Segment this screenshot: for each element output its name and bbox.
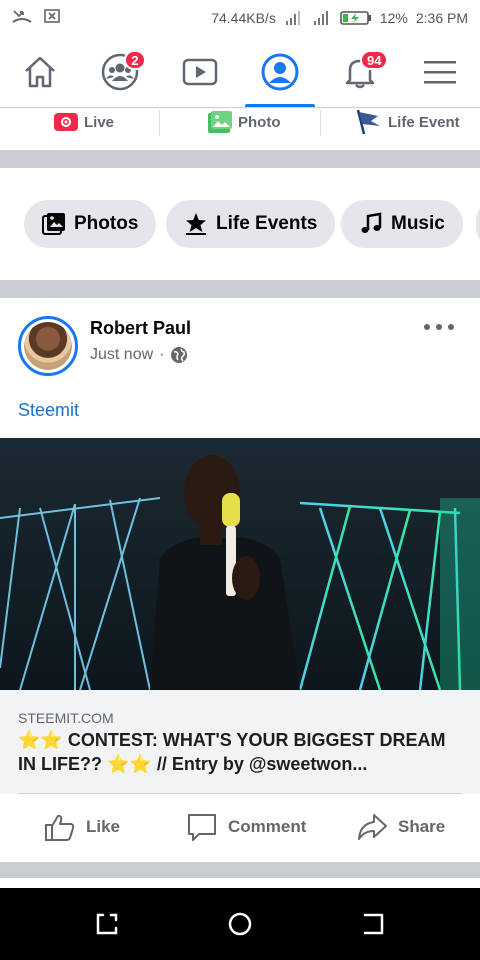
status-bar: 74.44KB/s 12% 2:36 PM bbox=[0, 0, 480, 36]
profile-icon bbox=[261, 53, 299, 91]
actions-divider bbox=[18, 793, 462, 794]
music-note-icon bbox=[361, 212, 382, 233]
nav-friends[interactable]: 2 bbox=[80, 36, 160, 108]
next-post-edge bbox=[0, 878, 480, 888]
globe-icon bbox=[171, 347, 188, 363]
comment-icon bbox=[188, 814, 216, 841]
like-label: Like bbox=[86, 817, 121, 836]
nav-home[interactable] bbox=[0, 36, 80, 108]
link-title: ⭐⭐ CONTEST: WHAT'S YOUR BIGGEST DREAM IN… bbox=[18, 730, 446, 774]
link-preview[interactable]: STEEMIT.COM ⭐⭐ CONTEST: WHAT'S YOUR BIGG… bbox=[0, 690, 480, 794]
profile-chips: Photos Life Events Music bbox=[0, 168, 480, 280]
watch-icon bbox=[182, 58, 218, 86]
flag-icon bbox=[356, 110, 380, 134]
stage-photo bbox=[0, 438, 480, 690]
data-signal-icon bbox=[285, 11, 300, 25]
life-event-label: Life Event bbox=[388, 113, 460, 131]
signal-icon bbox=[313, 11, 328, 25]
meta-separator: · bbox=[159, 346, 165, 363]
photo-button[interactable]: Photo bbox=[208, 108, 281, 136]
post-card: Robert Paul Just now · Steemit STEEMIT.C… bbox=[0, 298, 480, 862]
post-text[interactable]: Steemit bbox=[18, 400, 79, 421]
link-preview-image[interactable] bbox=[0, 438, 480, 690]
chip-photos-label: Photos bbox=[74, 213, 139, 234]
chip-life-events-label: Life Events bbox=[216, 213, 318, 234]
post-meta: Just now · bbox=[90, 346, 188, 364]
compose-actions: Live Photo Life Event bbox=[0, 108, 480, 150]
recents-icon[interactable] bbox=[94, 911, 120, 937]
section-gap bbox=[0, 150, 480, 168]
back-icon[interactable] bbox=[360, 911, 386, 937]
photo-label: Photo bbox=[238, 113, 281, 131]
comment-button[interactable]: Comment bbox=[186, 812, 306, 842]
chip-life-events[interactable]: Life Events bbox=[166, 200, 336, 248]
like-icon bbox=[45, 814, 75, 841]
battery-percent: 12% bbox=[379, 10, 408, 26]
section-gap bbox=[0, 280, 480, 298]
live-button[interactable]: Live bbox=[54, 108, 114, 136]
share-button[interactable]: Share bbox=[356, 812, 445, 842]
no-sim-icon bbox=[44, 9, 60, 23]
avatar-photo bbox=[24, 322, 72, 370]
friends-badge: 2 bbox=[124, 50, 146, 70]
nav-profile[interactable] bbox=[240, 36, 320, 108]
nav-notifications[interactable]: 94 bbox=[320, 36, 400, 108]
photo-icon bbox=[208, 111, 232, 133]
nav-menu[interactable] bbox=[400, 36, 480, 108]
nav-watch[interactable] bbox=[160, 36, 240, 108]
avatar[interactable] bbox=[18, 316, 78, 376]
android-nav-bar bbox=[0, 888, 480, 960]
star-icon bbox=[186, 213, 206, 235]
top-nav-bar: 2 94 bbox=[0, 36, 480, 108]
menu-icon bbox=[424, 61, 456, 84]
home-button-icon[interactable] bbox=[227, 911, 253, 937]
notifications-badge: 94 bbox=[360, 50, 389, 70]
battery-charging-icon bbox=[340, 11, 371, 25]
compose-divider bbox=[320, 110, 321, 136]
home-icon bbox=[25, 56, 55, 88]
section-gap bbox=[0, 862, 480, 878]
clock: 2:36 PM bbox=[415, 10, 468, 26]
post-actions: Like Comment Share bbox=[0, 804, 480, 850]
compose-divider bbox=[159, 110, 160, 136]
missed-call-icon bbox=[12, 10, 32, 23]
like-button[interactable]: Like bbox=[44, 812, 120, 842]
comment-label: Comment bbox=[228, 817, 307, 836]
photos-icon bbox=[42, 213, 65, 235]
chip-photos[interactable]: Photos bbox=[24, 200, 157, 248]
chip-music[interactable]: Music bbox=[341, 200, 463, 248]
post-author[interactable]: Robert Paul bbox=[90, 318, 191, 339]
link-domain: STEEMIT.COM bbox=[18, 710, 114, 726]
post-options-button[interactable] bbox=[424, 320, 454, 334]
live-video-icon bbox=[54, 113, 78, 131]
network-speed: 74.44KB/s bbox=[211, 10, 276, 26]
chip-more[interactable] bbox=[476, 200, 480, 248]
share-label: Share bbox=[398, 817, 446, 836]
life-event-button[interactable]: Life Event bbox=[356, 108, 460, 136]
live-label: Live bbox=[84, 113, 115, 131]
chip-music-label: Music bbox=[391, 213, 445, 234]
post-time[interactable]: Just now bbox=[90, 346, 153, 364]
share-icon bbox=[358, 814, 387, 840]
